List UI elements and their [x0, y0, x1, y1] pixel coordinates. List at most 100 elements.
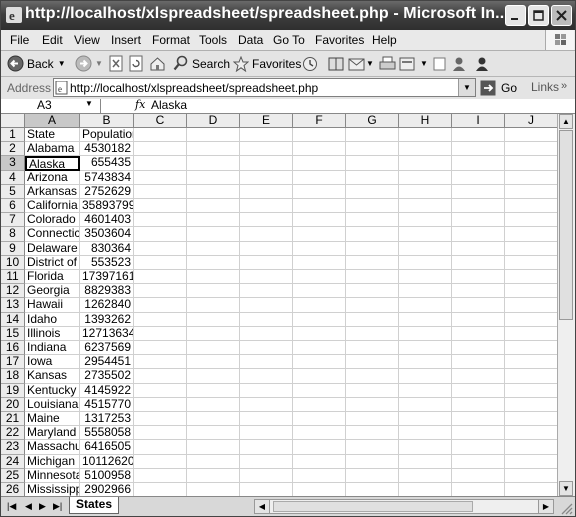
cell-i3[interactable] — [452, 156, 505, 171]
cell-j22[interactable] — [505, 426, 557, 441]
sheet-tab-states[interactable]: States — [69, 497, 119, 514]
cell-j11[interactable] — [505, 270, 557, 285]
row-header[interactable]: 23 — [1, 440, 25, 455]
cell-b6[interactable]: 35893799 — [80, 199, 134, 214]
cell-e25[interactable] — [240, 468, 293, 483]
cell-g13[interactable] — [346, 298, 399, 313]
cell-j17[interactable] — [505, 355, 557, 370]
cell-i8[interactable] — [452, 227, 505, 242]
scroll-up-icon[interactable]: ▲ — [559, 114, 573, 129]
cell-e10[interactable] — [240, 255, 293, 270]
horizontal-scrollbar[interactable]: ◀ ▶ — [254, 499, 554, 514]
row-header[interactable]: 25 — [1, 468, 25, 483]
search-button[interactable]: Search — [173, 54, 230, 73]
cell-a26[interactable]: Mississippi — [25, 483, 80, 496]
cell-c17[interactable] — [134, 355, 187, 370]
cell-d26[interactable] — [187, 483, 240, 496]
row-header[interactable]: 1 — [1, 127, 25, 143]
cell-g3[interactable] — [346, 156, 399, 171]
cell-b11[interactable]: 17397161 — [80, 270, 134, 285]
cell-e9[interactable] — [240, 241, 293, 256]
menu-format[interactable]: Format — [152, 33, 190, 47]
history-button[interactable] — [302, 54, 318, 73]
cell-c21[interactable] — [134, 412, 187, 427]
cell-d17[interactable] — [187, 355, 240, 370]
row-header[interactable]: 5 — [1, 184, 25, 199]
cell-h26[interactable] — [399, 483, 452, 496]
formula-input[interactable]: Alaska — [151, 98, 187, 112]
cell-a2[interactable]: Alabama — [25, 142, 80, 157]
select-all-corner[interactable] — [1, 114, 25, 128]
horizontal-scroll-thumb[interactable] — [273, 501, 473, 512]
cell-f26[interactable] — [293, 483, 346, 496]
cell-h15[interactable] — [399, 326, 452, 341]
cell-a9[interactable]: Delaware — [25, 241, 80, 256]
cell-g5[interactable] — [346, 184, 399, 199]
spreadsheet-grid[interactable]: A B C D E F G H I J 1 State Population 2 Alabama 453018… — [1, 114, 557, 496]
cell-g10[interactable] — [346, 255, 399, 270]
research-button[interactable] — [328, 54, 344, 73]
cell-d24[interactable] — [187, 454, 240, 469]
edit-button[interactable]: ▼ — [399, 54, 428, 73]
cell-g9[interactable] — [346, 241, 399, 256]
cell-i9[interactable] — [452, 241, 505, 256]
cell-g7[interactable] — [346, 213, 399, 228]
cell-g26[interactable] — [346, 483, 399, 496]
cell-j20[interactable] — [505, 398, 557, 412]
cell-d13[interactable] — [187, 298, 240, 313]
cell-h10[interactable] — [399, 255, 452, 270]
cell-a15[interactable]: Illinois — [25, 326, 80, 341]
cell-c15[interactable] — [134, 326, 187, 341]
cell-b17[interactable]: 2954451 — [80, 355, 134, 370]
cell-i5[interactable] — [452, 184, 505, 199]
cell-a1[interactable]: State — [25, 128, 80, 143]
cell-i12[interactable] — [452, 284, 505, 299]
cell-h23[interactable] — [399, 440, 452, 455]
cell-g24[interactable] — [346, 454, 399, 469]
cell-e6[interactable] — [240, 199, 293, 214]
cell-d25[interactable] — [187, 468, 240, 483]
cell-b3[interactable]: 655435 — [80, 156, 134, 171]
cell-c4[interactable] — [134, 170, 187, 185]
column-header-d[interactable]: D — [187, 114, 240, 128]
links-chevron-icon[interactable]: » — [561, 80, 567, 92]
cell-b16[interactable]: 6237569 — [80, 341, 134, 356]
cell-b20[interactable]: 4515770 — [80, 397, 134, 412]
cell-f12[interactable] — [293, 284, 346, 299]
cell-h21[interactable] — [399, 412, 452, 427]
cell-c6[interactable] — [134, 199, 187, 214]
cell-c7[interactable] — [134, 213, 187, 228]
last-sheet-icon[interactable]: ▶| — [53, 501, 62, 512]
column-header-a[interactable]: A — [25, 114, 80, 128]
cell-f6[interactable] — [293, 199, 346, 214]
cell-g8[interactable] — [346, 227, 399, 242]
cell-d12[interactable] — [187, 284, 240, 299]
cell-h16[interactable] — [399, 341, 452, 356]
go-button[interactable]: Go — [480, 78, 522, 97]
column-header-i[interactable]: I — [452, 114, 505, 128]
cell-b2[interactable]: 4530182 — [80, 142, 134, 157]
cell-b23[interactable]: 6416505 — [80, 440, 134, 455]
cell-a3[interactable]: Alaska — [25, 156, 80, 171]
cell-a12[interactable]: Georgia — [25, 284, 80, 299]
cell-i4[interactable] — [452, 170, 505, 185]
cell-b7[interactable]: 4601403 — [80, 213, 134, 228]
cell-h19[interactable] — [399, 383, 452, 398]
cell-b5[interactable]: 2752629 — [80, 184, 134, 199]
row-header[interactable]: 24 — [1, 454, 25, 469]
cell-d22[interactable] — [187, 426, 240, 441]
cell-a18[interactable]: Kansas — [25, 369, 80, 384]
column-header-e[interactable]: E — [240, 114, 293, 128]
first-sheet-icon[interactable]: |◀ — [7, 501, 16, 512]
cell-j25[interactable] — [505, 469, 557, 483]
cell-g25[interactable] — [346, 468, 399, 483]
user-button[interactable] — [474, 54, 490, 73]
cell-j5[interactable] — [505, 185, 557, 199]
cell-a5[interactable]: Arkansas — [25, 184, 80, 199]
cell-d3[interactable] — [187, 156, 240, 171]
cell-g4[interactable] — [346, 170, 399, 185]
minimize-button[interactable] — [505, 5, 526, 26]
cell-f24[interactable] — [293, 454, 346, 469]
cell-h2[interactable] — [399, 142, 452, 157]
cell-c25[interactable] — [134, 468, 187, 483]
